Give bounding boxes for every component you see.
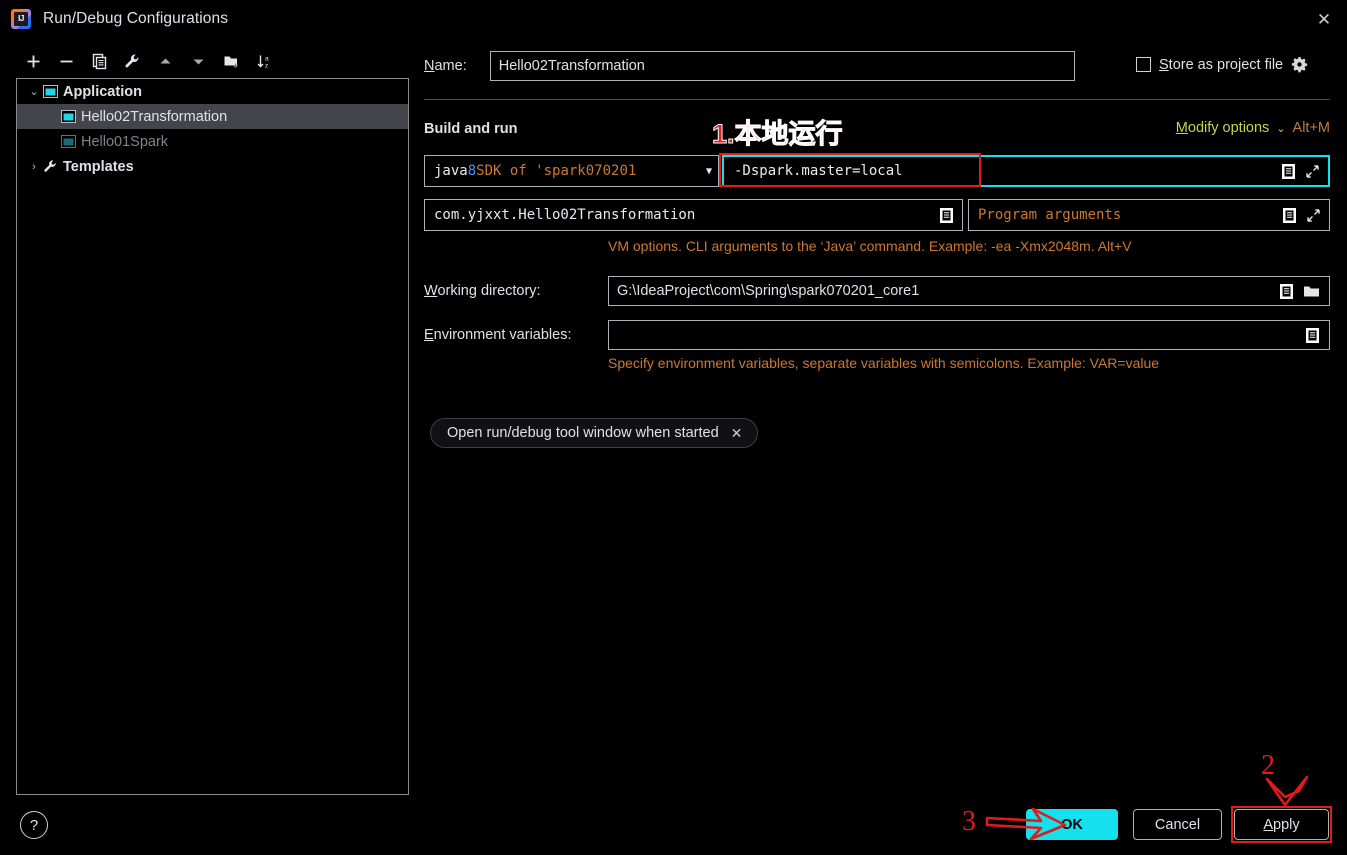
cancel-button[interactable]: Cancel <box>1133 809 1222 840</box>
environment-variables-input[interactable] <box>608 320 1330 350</box>
configurations-tree[interactable]: ⌄ Application Hello02Transformation Hell… <box>16 78 409 795</box>
folder-icon[interactable] <box>1303 284 1320 299</box>
jre-select[interactable]: java 8 SDK of 'spark070201 ▼ <box>424 155 719 187</box>
vm-options-field-icons <box>1281 163 1320 180</box>
wrench-icon <box>43 159 58 174</box>
working-directory-input[interactable]: G:\IdeaProject\com\Spring\spark070201_co… <box>608 276 1330 306</box>
tree-item-label: Hello02Transformation <box>81 108 228 125</box>
open-tool-window-chip-label: Open run/debug tool window when started <box>447 425 719 441</box>
apply-button[interactable]: Apply <box>1234 809 1329 840</box>
environment-variables-label: Environment variables: <box>424 327 572 343</box>
tree-item-label: Hello01Spark <box>81 133 169 150</box>
tree-item-label: Templates <box>63 158 134 175</box>
main-class-value: com.yjxxt.Hello02Transformation <box>434 207 696 223</box>
application-icon <box>43 85 58 98</box>
vm-options-input[interactable]: -Dspark.master=local <box>719 153 1330 187</box>
add-configuration-button[interactable] <box>17 47 50 75</box>
annotation-step-1-text: 1.本地运行 <box>712 119 844 150</box>
working-directory-row: Working directory: G:\IdeaProject\com\Sp… <box>424 275 1330 307</box>
sdk-java-label: java <box>434 163 468 179</box>
modify-options-link[interactable]: Modify options <box>1176 120 1270 136</box>
chevron-down-icon[interactable]: ▼ <box>706 166 712 177</box>
sdk-name: SDK of 'spark070201 <box>476 163 637 179</box>
name-input[interactable]: Hello02Transformation <box>489 51 1075 81</box>
document-icon[interactable] <box>1305 327 1320 344</box>
program-arguments-input[interactable]: Program arguments <box>968 199 1330 231</box>
chevron-down-icon[interactable]: ⌄ <box>1276 122 1285 135</box>
tree-item-hello01spark[interactable]: Hello01Spark <box>17 129 408 154</box>
build-and-run-section-header: Build and run Modify options ⌄ Alt+M <box>424 120 1330 140</box>
configurations-toolbar: a z <box>17 44 407 78</box>
section-divider <box>424 99 1330 100</box>
main-class-input[interactable]: com.yjxxt.Hello02Transformation <box>424 199 963 231</box>
new-folder-button[interactable] <box>215 47 248 75</box>
document-icon[interactable] <box>1281 163 1296 180</box>
annotation-step-2-text: 2 <box>1261 750 1275 781</box>
sdk-version: 8 <box>467 163 477 179</box>
document-icon[interactable] <box>939 207 954 224</box>
store-as-project-file-checkbox[interactable] <box>1136 57 1151 72</box>
open-tool-window-chip[interactable]: Open run/debug tool window when started … <box>430 418 759 448</box>
tree-item-hello02transformation[interactable]: Hello02Transformation <box>17 104 408 129</box>
name-input-value: Hello02Transformation <box>498 58 645 74</box>
svg-text:a: a <box>265 55 269 62</box>
environment-variables-row: Environment variables: <box>424 319 1330 351</box>
sdk-and-vm-options-row: java 8 SDK of 'spark070201 ▼ -Dspark.mas… <box>424 153 1330 187</box>
document-icon[interactable] <box>1279 283 1294 300</box>
copy-configuration-button[interactable] <box>83 47 116 75</box>
window-title: Run/Debug Configurations <box>43 10 229 27</box>
svg-text:z: z <box>265 62 268 69</box>
expand-icon[interactable] <box>1305 164 1320 179</box>
close-icon[interactable]: ✕ <box>731 425 743 442</box>
modify-options-shortcut: Alt+M <box>1292 120 1330 136</box>
expand-icon[interactable] <box>1306 208 1321 223</box>
help-button[interactable]: ? <box>20 811 48 839</box>
tree-item-templates[interactable]: › Templates <box>17 154 408 179</box>
working-directory-value: G:\IdeaProject\com\Spring\spark070201_co… <box>617 283 920 299</box>
modify-options-group[interactable]: Modify options ⌄ Alt+M <box>1176 120 1330 136</box>
program-arguments-field-icons <box>1282 207 1321 224</box>
name-label: Name: <box>424 58 467 74</box>
remove-configuration-button[interactable] <box>50 47 83 75</box>
tree-item-application[interactable]: ⌄ Application <box>17 79 408 104</box>
environment-variables-field-icons <box>1305 327 1320 344</box>
sort-alphabetically-button[interactable]: a z <box>248 47 281 75</box>
move-up-button[interactable] <box>149 47 182 75</box>
close-icon[interactable]: ✕ <box>1301 0 1347 38</box>
move-down-button[interactable] <box>182 47 215 75</box>
intellij-idea-icon: IJ <box>11 9 31 29</box>
vm-options-hint: VM options. CLI arguments to the ‘Java’ … <box>608 238 1132 254</box>
store-as-project-file-row[interactable]: Store as project file <box>1136 56 1308 73</box>
program-arguments-placeholder: Program arguments <box>978 207 1122 223</box>
main-class-and-args-row: com.yjxxt.Hello02Transformation Program … <box>424 199 1330 231</box>
title-bar: IJ Run/Debug Configurations <box>0 0 1347 38</box>
chevron-down-icon[interactable]: ⌄ <box>25 85 43 98</box>
document-icon[interactable] <box>1282 207 1297 224</box>
application-icon <box>61 135 76 148</box>
working-directory-label: Working directory: <box>424 283 541 299</box>
ok-button[interactable]: OK <box>1026 809 1118 840</box>
tree-item-label: Application <box>63 83 142 100</box>
store-as-project-file-label: Store as project file <box>1159 56 1284 73</box>
vm-options-value: -Dspark.master=local <box>734 163 903 179</box>
working-directory-field-icons <box>1279 283 1320 300</box>
chevron-right-icon[interactable]: › <box>25 161 43 173</box>
application-icon <box>61 110 76 123</box>
annotation-step-3-text: 3 <box>962 806 976 837</box>
section-title: Build and run <box>424 121 518 137</box>
wrench-icon[interactable] <box>116 47 149 75</box>
gear-icon[interactable] <box>1291 56 1308 73</box>
main-class-field-icons <box>939 207 954 224</box>
environment-variables-hint: Specify environment variables, separate … <box>608 355 1160 371</box>
